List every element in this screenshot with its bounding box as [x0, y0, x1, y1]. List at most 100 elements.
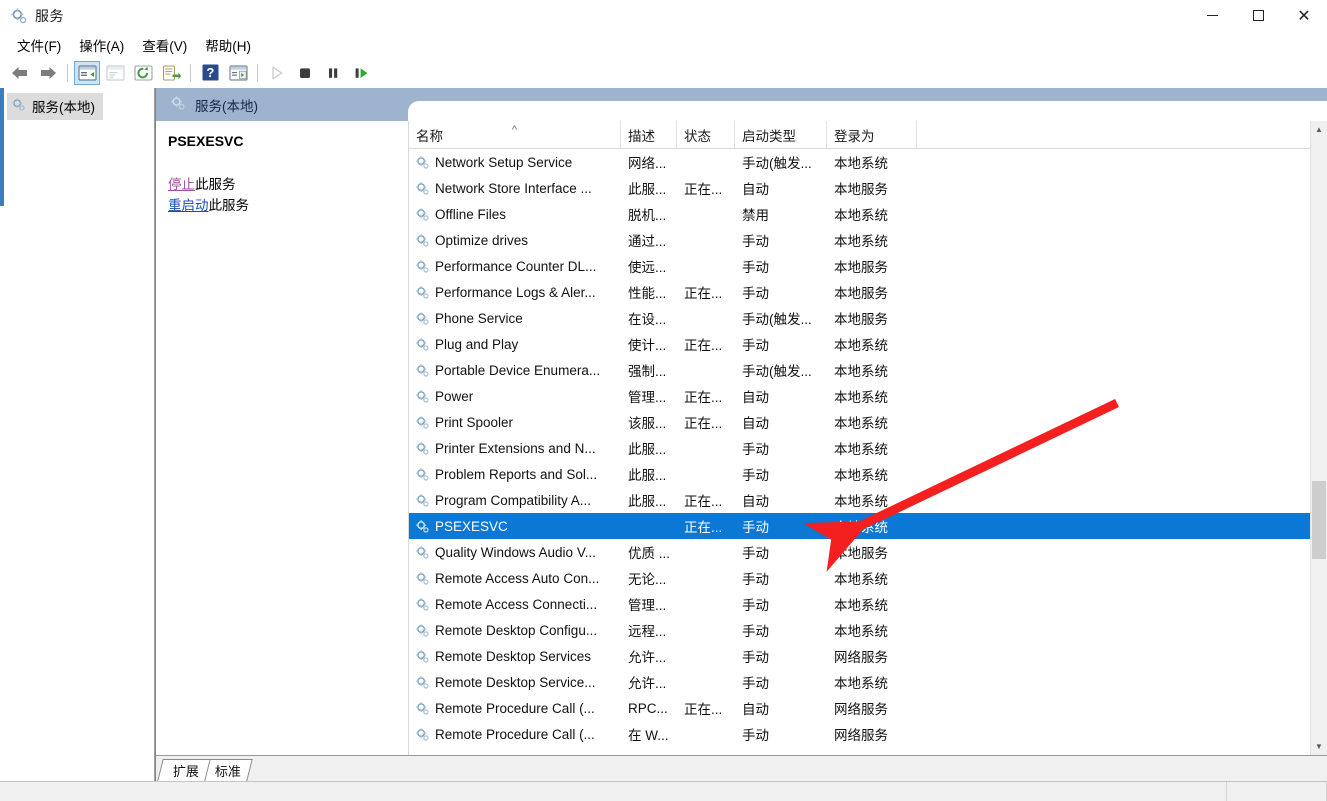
cell-log-on-as: 本地系统 [834, 364, 888, 379]
tree-scrollbar-thumb[interactable] [0, 88, 4, 206]
table-row[interactable]: Problem Reports and Sol... 此服... 手动 本地系统 [409, 461, 1327, 487]
console-tree-icon [77, 64, 97, 81]
column-header-startup-type-label: 启动类型 [742, 128, 796, 144]
cell-service-name-label: Network Store Interface ... [435, 180, 592, 196]
cell-service-name: Performance Counter DL... [409, 259, 621, 274]
cell-log-on-as: 本地系统 [834, 390, 888, 405]
cell-service-name-label: Remote Procedure Call (... [435, 700, 595, 716]
table-row[interactable]: Remote Desktop Service... 允许... 手动 本地系统 [409, 669, 1327, 695]
table-row[interactable]: Remote Access Connecti... 管理... 手动 本地系统 [409, 591, 1327, 617]
stop-service-button[interactable] [292, 61, 318, 85]
cell-status: 正在... [684, 702, 723, 717]
column-header-name[interactable]: 名称 ^ [409, 121, 621, 148]
table-row[interactable]: Program Compatibility A... 此服... 正在... 自动 本地… [409, 487, 1327, 513]
service-gear-icon [415, 701, 430, 716]
close-icon: ✕ [1297, 5, 1311, 25]
services-gear-icon [10, 7, 28, 25]
cell-log-on-as: 本地系统 [834, 494, 888, 509]
column-header-startup-type[interactable]: 启动类型 [735, 121, 827, 148]
table-row[interactable]: Performance Logs & Aler... 性能... 正在... 手动 本地… [409, 279, 1327, 305]
cell-description: 远程... [628, 624, 667, 639]
selected-service-name: PSEXESVC [168, 133, 244, 149]
table-row[interactable]: Performance Counter DL... 使远... 手动 本地服务 [409, 253, 1327, 279]
menu-help[interactable]: 帮助(H) [196, 32, 260, 58]
title-bar: 服务 ✕ [0, 0, 1327, 32]
refresh-button[interactable] [130, 61, 156, 85]
table-row[interactable]: Remote Procedure Call (... RPC... 正在... 自动 网… [409, 695, 1327, 721]
column-header-log-on-as[interactable]: 登录为 [827, 121, 917, 148]
table-row[interactable]: Phone Service 在设... 手动(触发... 本地服务 [409, 305, 1327, 331]
cell-description: 该服... [628, 416, 667, 431]
cell-description: 使远... [628, 260, 667, 275]
cell-startup-type: 手动 [742, 468, 769, 483]
cell-log-on-as: 本地系统 [834, 442, 888, 457]
cell-description: RPC... [628, 700, 668, 716]
column-header-filler [917, 121, 1327, 148]
stop-service-link[interactable]: 停止 [168, 177, 195, 192]
cell-status: 正在... [684, 338, 723, 353]
cell-description: 性能... [628, 286, 667, 301]
service-gear-icon [415, 155, 430, 170]
tree-scrollbar[interactable] [0, 88, 4, 781]
cell-service-name-label: Problem Reports and Sol... [435, 466, 598, 482]
table-row[interactable]: Print Spooler 该服... 正在... 自动 本地系统 [409, 409, 1327, 435]
show-hide-tree-button[interactable] [74, 60, 100, 85]
show-action-pane-button[interactable] [225, 61, 251, 85]
table-row[interactable]: Remote Procedure Call (... 在 W... 手动 网络服务 [409, 721, 1327, 747]
minimize-button[interactable] [1189, 0, 1235, 32]
table-row[interactable]: Plug and Play 使计... 正在... 手动 本地系统 [409, 331, 1327, 357]
menu-action[interactable]: 操作(A) [70, 32, 133, 58]
cell-startup-type: 手动(触发... [742, 312, 812, 327]
cell-service-name-label: Program Compatibility A... [435, 492, 592, 508]
forward-button[interactable] [35, 61, 61, 85]
cell-description: 管理... [628, 390, 667, 405]
table-row[interactable]: Offline Files 脱机... 禁用 本地系统 [409, 201, 1327, 227]
pane-header-corner [408, 101, 1327, 121]
menu-file[interactable]: 文件(F) [8, 32, 70, 58]
table-row[interactable]: Remote Desktop Services 允许... 手动 网络服务 [409, 643, 1327, 669]
view-tabs-bar: 扩展 标准 [156, 755, 1327, 781]
back-button[interactable] [7, 61, 33, 85]
close-button[interactable]: ✕ [1281, 0, 1327, 32]
scroll-down-button[interactable]: ▼ [1311, 738, 1327, 755]
start-service-button[interactable] [264, 61, 290, 85]
services-window: 服务 ✕ 文件(F) 操作(A) 查看(V) 帮助(H) ? 服务(本地) 服务… [0, 0, 1327, 801]
table-row[interactable]: Portable Device Enumera... 强制... 手动(触发... 本… [409, 357, 1327, 383]
status-bar [0, 781, 1327, 801]
column-header-status[interactable]: 状态 [677, 121, 735, 148]
table-row[interactable]: Power 管理... 正在... 自动 本地系统 [409, 383, 1327, 409]
cell-startup-type: 自动 [742, 390, 769, 405]
services-rows-container: Network Setup Service 网络... 手动(触发... 本地系统 Ne… [409, 149, 1327, 755]
cell-log-on-as: 本地服务 [834, 312, 888, 327]
cell-startup-type: 手动 [742, 624, 769, 639]
table-row[interactable]: Network Store Interface ... 此服... 正在... 自动 本… [409, 175, 1327, 201]
list-vertical-scrollbar[interactable]: ▲ ▼ [1310, 121, 1327, 755]
properties-button[interactable] [102, 61, 128, 85]
export-list-button[interactable] [158, 61, 184, 85]
restart-service-button[interactable] [348, 61, 374, 85]
table-row[interactable]: Quality Windows Audio V... 优质 ... 手动 本地服务 [409, 539, 1327, 565]
scrollbar-thumb[interactable] [1312, 481, 1326, 559]
table-row[interactable]: Remote Desktop Configu... 远程... 手动 本地系统 [409, 617, 1327, 643]
cell-log-on-as: 本地服务 [834, 260, 888, 275]
table-row[interactable]: Optimize drives 通过... 手动 本地系统 [409, 227, 1327, 253]
maximize-button[interactable] [1235, 0, 1281, 32]
tab-extended[interactable]: 扩展 [157, 759, 211, 781]
toolbar-separator-2 [190, 63, 191, 82]
table-row[interactable]: Network Setup Service 网络... 手动(触发... 本地系统 [409, 149, 1327, 175]
scroll-up-button[interactable]: ▲ [1311, 121, 1327, 138]
cell-description: 允许... [628, 650, 667, 665]
restart-service-link[interactable]: 重启动 [168, 198, 209, 213]
menu-view[interactable]: 查看(V) [133, 32, 196, 58]
table-row[interactable]: Printer Extensions and N... 此服... 手动 本地系统 [409, 435, 1327, 461]
cell-service-name: PSEXESVC [409, 519, 621, 534]
cell-log-on-as: 本地系统 [834, 598, 888, 613]
pause-service-button[interactable] [320, 61, 346, 85]
help-button[interactable]: ? [197, 61, 223, 85]
cell-service-name-label: Network Setup Service [435, 154, 573, 170]
table-row[interactable]: Remote Access Auto Con... 无论... 手动 本地系统 [409, 565, 1327, 591]
column-header-description[interactable]: 描述 [621, 121, 677, 148]
tree-item-services-local[interactable]: 服务(本地) [7, 93, 103, 120]
cell-service-name-label: Remote Desktop Services [435, 648, 592, 664]
table-row[interactable]: PSEXESVC 正在... 手动 本地系统 [409, 513, 1327, 539]
